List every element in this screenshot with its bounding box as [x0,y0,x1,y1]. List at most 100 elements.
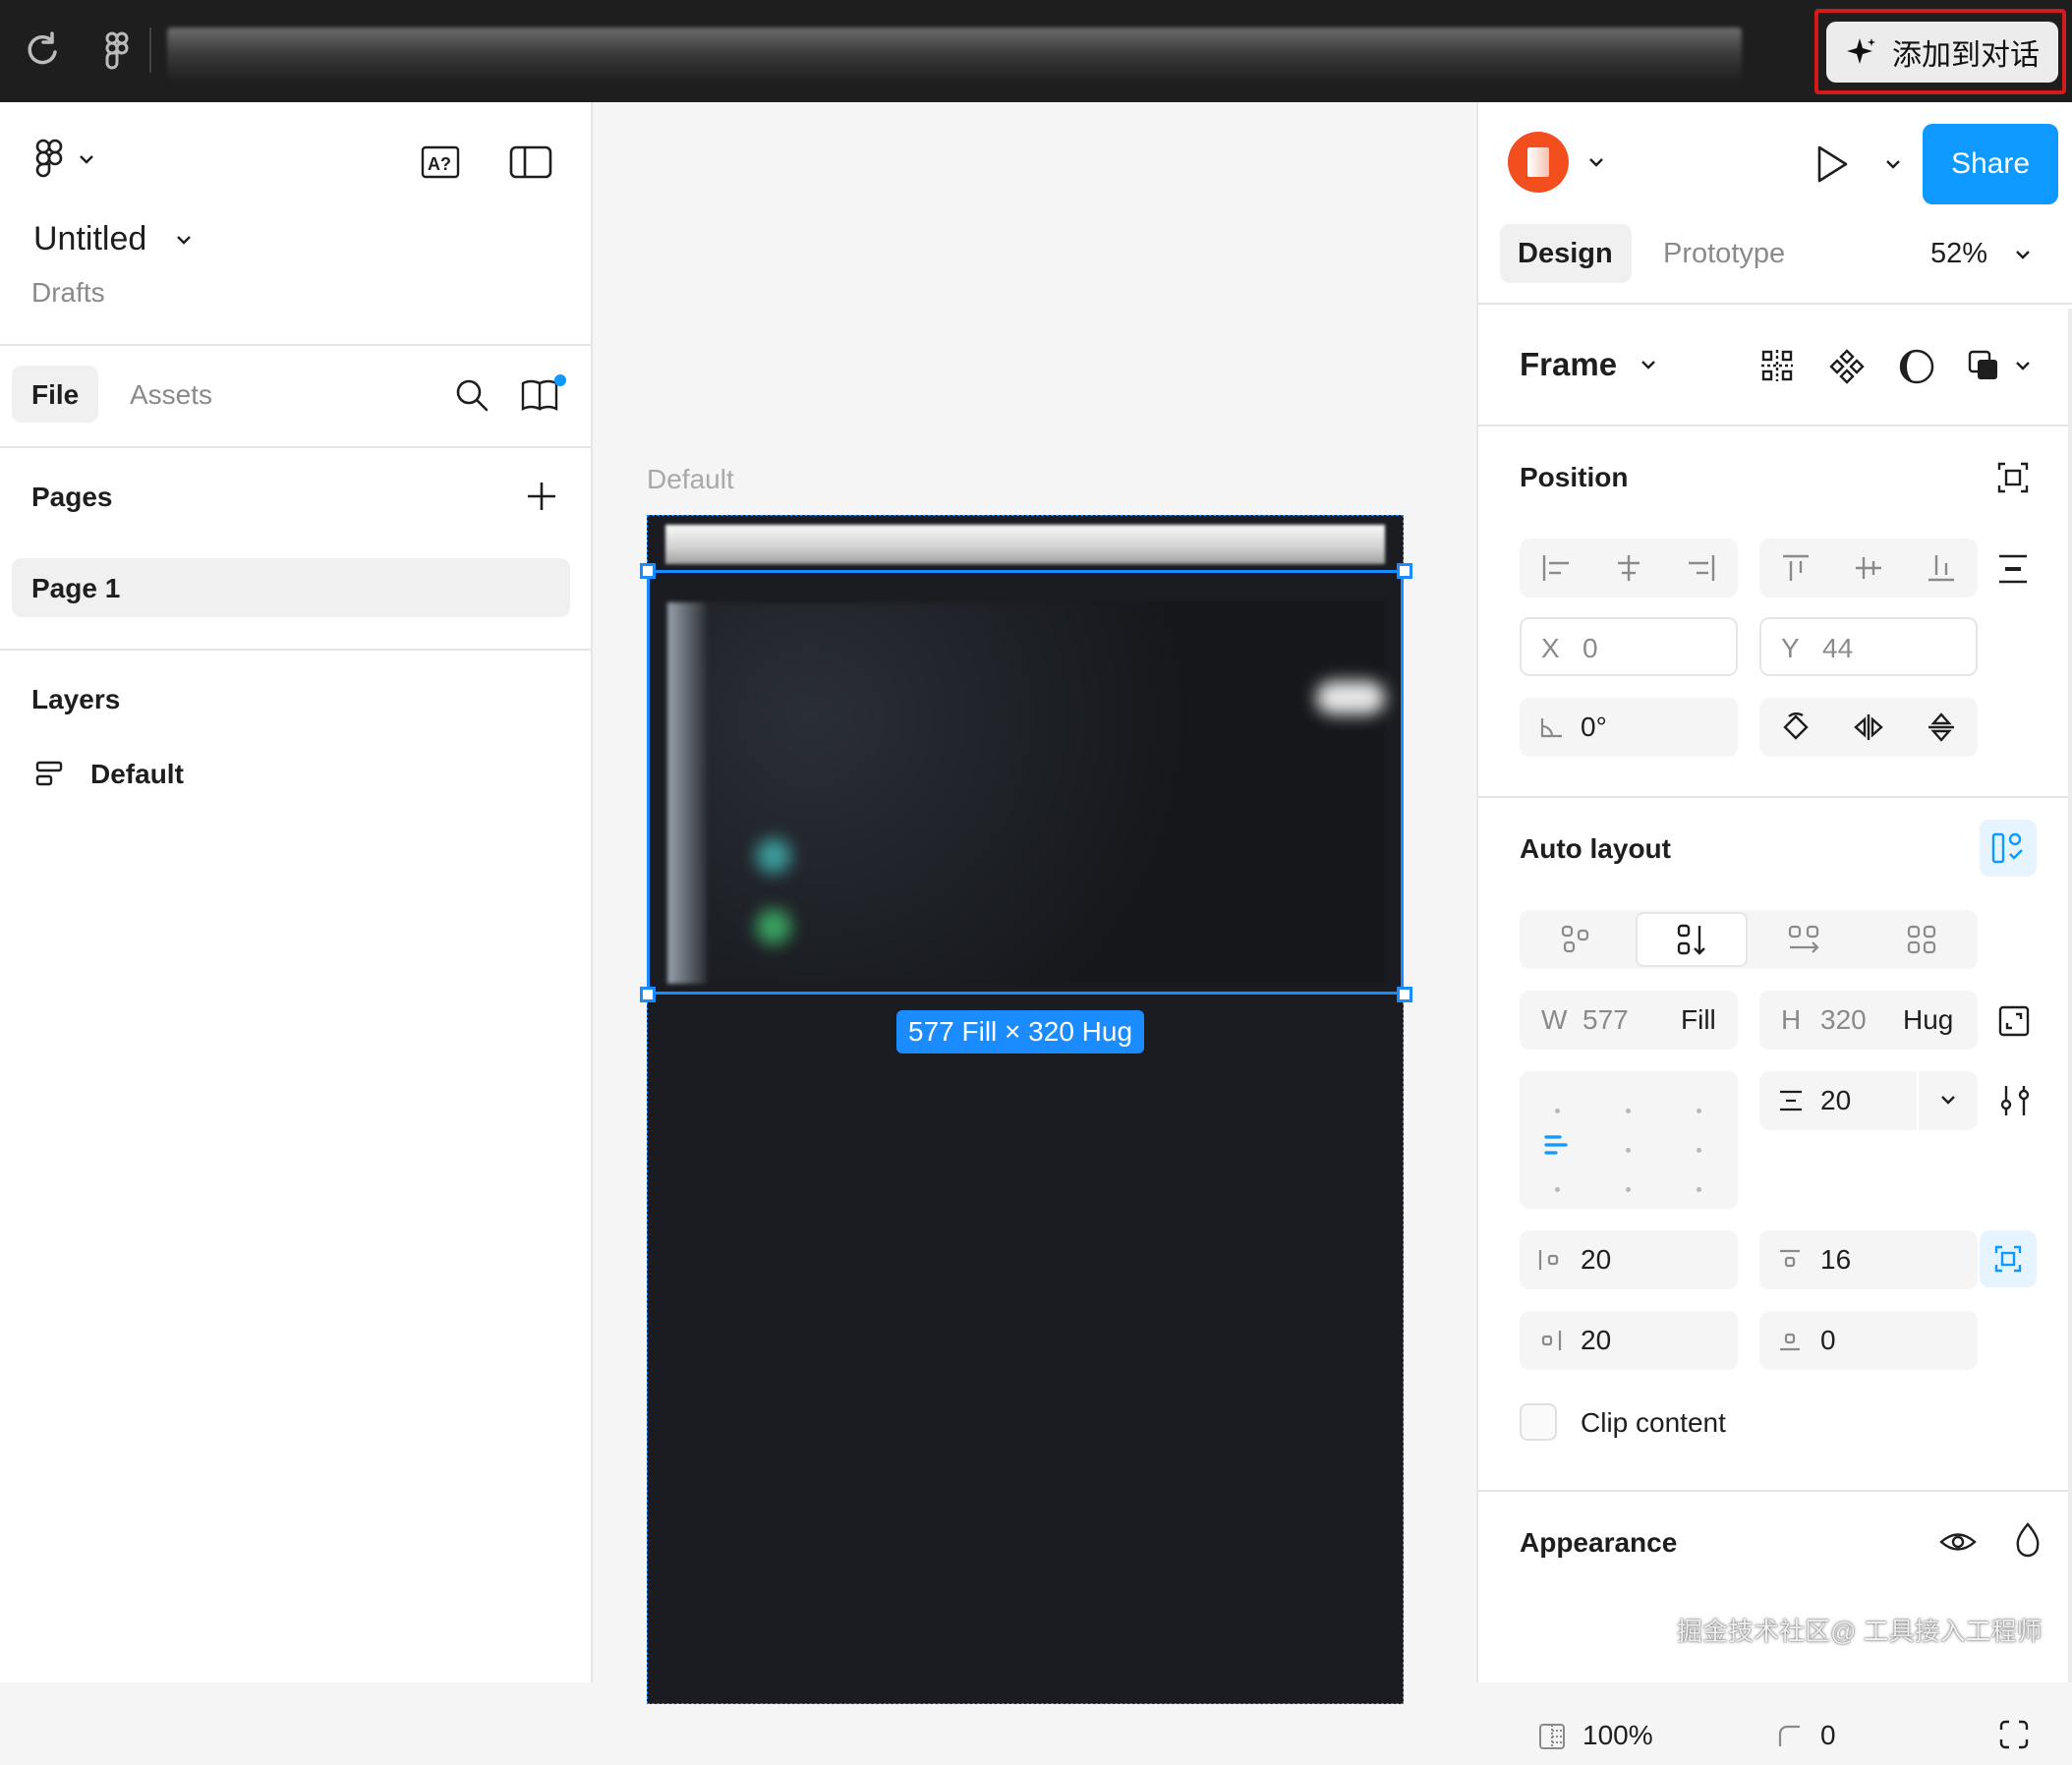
clip-content-label: Clip content [1581,1407,1726,1438]
tab-prototype[interactable]: Prototype [1663,238,1785,270]
resize-to-fit-icon[interactable] [1997,1004,2031,1038]
padding-top-field[interactable]: 16 [1759,1230,1978,1289]
pages-header: Pages [31,482,113,512]
x-label: X [1541,633,1560,663]
h-mode[interactable]: Hug [1903,1004,1953,1036]
auto-layout-suggest-icon[interactable] [1980,820,2037,877]
padding-top-value: 16 [1820,1244,1852,1275]
align-left-icon[interactable] [1520,539,1592,598]
zoom-dropdown[interactable]: 52% [1930,238,2031,270]
appearance-header: Appearance [1520,1527,1678,1558]
eye-icon[interactable] [1938,1525,1978,1559]
corner-radius-field[interactable]: 0 [1759,1706,1978,1765]
y-field[interactable]: Y 44 [1759,617,1978,676]
constraints-icon[interactable] [1995,460,2031,495]
tab-assets[interactable]: Assets [130,379,212,411]
resize-handle[interactable] [640,987,656,1002]
layout-vertical-icon[interactable] [1636,912,1748,967]
padding-left-field[interactable]: 20 [1520,1230,1738,1289]
zoom-value: 52% [1930,238,1988,269]
w-mode[interactable]: Fill [1681,1004,1716,1036]
add-to-chat-label: 添加到对话 [1892,39,2040,72]
library-icon[interactable] [519,373,566,413]
rotation-field[interactable]: 0° [1520,698,1738,757]
divider [0,446,593,448]
add-page-icon[interactable] [525,480,558,513]
gap-field[interactable]: 20 [1759,1071,1978,1130]
align-center-h-icon[interactable] [1592,539,1665,598]
advanced-layout-settings-icon[interactable] [1997,1083,2033,1118]
left-panel: A? Untitled Drafts File Assets Pages Pag… [0,102,593,1682]
search-icon[interactable] [454,377,489,413]
sidebar-toggle-icon[interactable] [509,145,552,179]
padding-top-icon [1777,1248,1803,1272]
component-icon[interactable] [1828,348,1866,385]
canvas[interactable]: Default 577 Fill × 320 Hug [594,102,1476,1704]
divider [1478,425,2072,427]
align-middle-icon[interactable] [1832,539,1905,598]
refresh-icon[interactable] [20,28,65,73]
scrollbar[interactable] [2068,309,2072,1682]
x-field[interactable]: X 0 [1520,617,1738,676]
frame-type: Frame [1520,346,1618,382]
share-button[interactable]: Share [1923,124,2058,204]
chevron-down-icon[interactable] [1885,159,1901,169]
boolean-ops-icon[interactable] [1966,348,2031,383]
avatar-button[interactable] [1508,132,1604,193]
align-right-icon[interactable] [1665,539,1738,598]
align-bottom-icon[interactable] [1905,539,1978,598]
align-top-icon[interactable] [1759,539,1832,598]
divider [149,28,151,73]
individual-padding-icon[interactable] [1980,1230,2037,1287]
clip-content-checkbox[interactable] [1520,1403,1557,1441]
x-value: 0 [1583,633,1598,663]
resize-handle[interactable] [640,563,656,579]
grid-layout-icon[interactable] [1759,348,1795,383]
page-item-label: Page 1 [31,573,121,603]
padding-left-value: 20 [1581,1244,1612,1275]
file-location[interactable]: Drafts [31,277,105,309]
size-badge: 577 Fill × 320 Hug [896,1010,1145,1053]
tab-file[interactable]: File [12,366,98,423]
drop-icon[interactable] [2013,1521,2043,1559]
alignment-grid[interactable] [1520,1071,1738,1209]
y-value: 44 [1822,633,1854,663]
layout-freeform-icon[interactable] [1539,910,1612,969]
add-to-chat-button[interactable]: 添加到对话 [1826,22,2058,83]
tab-design[interactable]: Design [1500,224,1632,283]
divider [1478,303,2072,305]
h-label: H [1781,1004,1802,1035]
flip-vertical-icon[interactable] [1905,698,1978,757]
frame-label[interactable]: Default [647,464,734,495]
height-field[interactable]: H 320 Hug [1759,991,1978,1050]
file-title-dropdown[interactable]: Untitled [33,220,192,258]
ai-text-icon[interactable]: A? [421,145,460,179]
resize-handle[interactable] [1397,987,1412,1002]
layer-item-default[interactable]: Default [31,759,184,790]
width-field[interactable]: W 577 Fill [1520,991,1738,1050]
selection-box[interactable] [647,570,1404,995]
sparkle-icon [1845,35,1878,69]
padding-bottom-field[interactable]: 0 [1759,1311,1978,1370]
layout-grid-icon[interactable] [1885,910,1958,969]
page-item-page-1[interactable]: Page 1 [12,558,570,617]
play-icon[interactable] [1814,143,1850,185]
divider [1478,1490,2072,1492]
divider [0,344,593,346]
padding-right-field[interactable]: 20 [1520,1311,1738,1370]
layout-horizontal-icon[interactable] [1767,910,1840,969]
divider [0,649,593,651]
main-menu-button[interactable] [31,138,94,181]
independent-corners-icon[interactable] [1997,1718,2031,1751]
flip-horizontal-icon[interactable] [1832,698,1905,757]
mask-icon[interactable] [1897,348,1936,385]
divider [1478,796,2072,798]
rotate-icon[interactable] [1759,698,1832,757]
opacity-field[interactable]: 100% [1520,1706,1738,1765]
frame-type-dropdown[interactable]: Frame [1520,346,1656,383]
resize-handle[interactable] [1397,563,1412,579]
figma-icon[interactable] [94,28,140,73]
distribute-icon[interactable] [1995,552,2031,586]
corner-radius-value: 0 [1820,1720,1836,1750]
chevron-down-icon[interactable] [1940,1095,1956,1105]
